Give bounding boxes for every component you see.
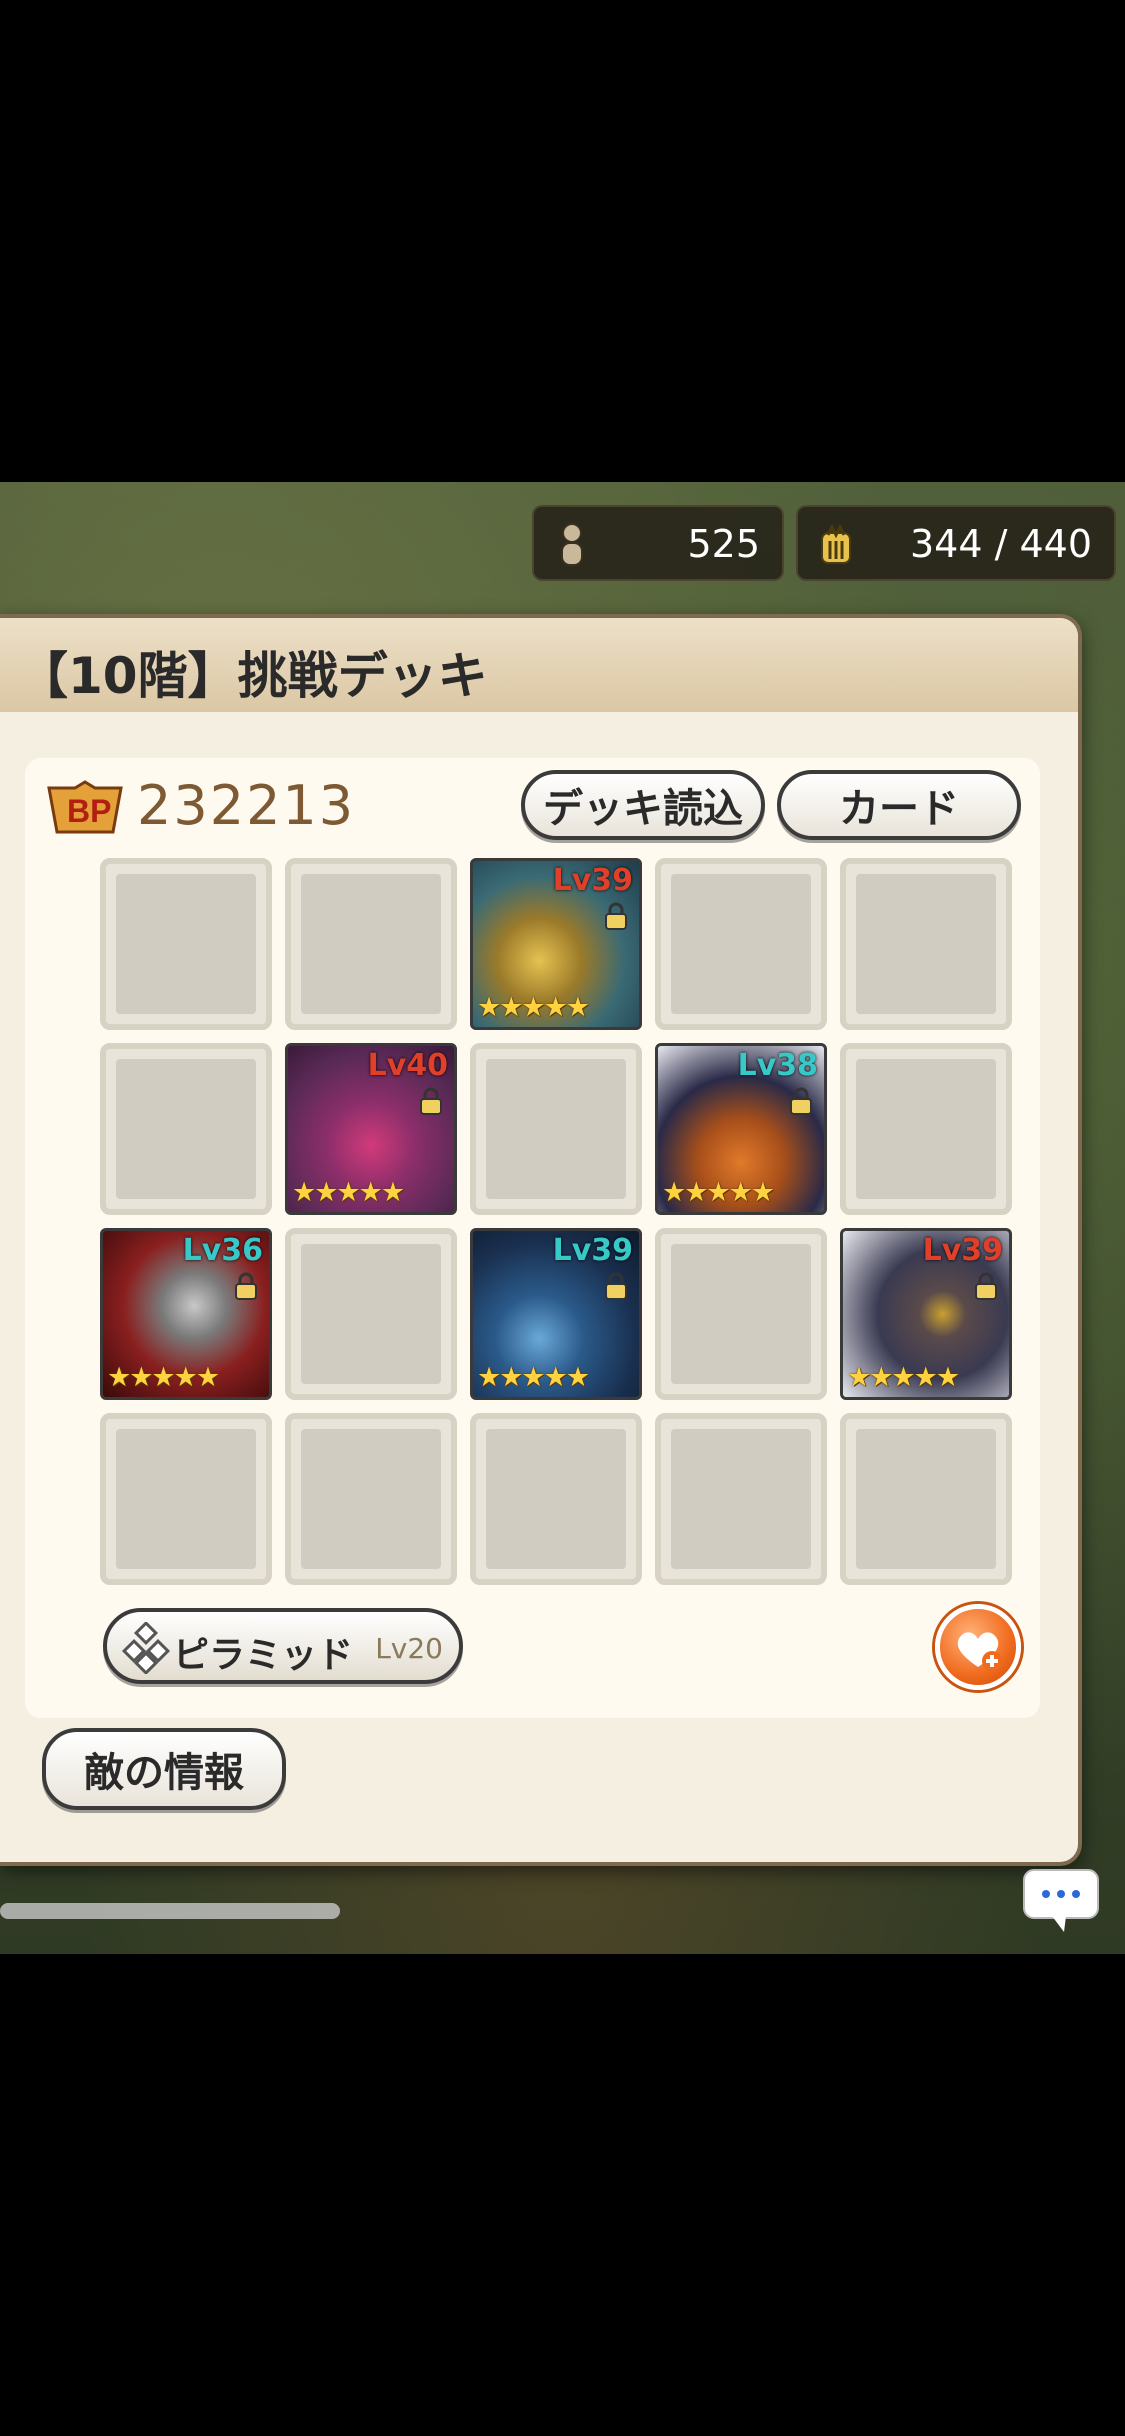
formation-label: ピラミッド (173, 1635, 354, 1676)
card-level: Lv40 (367, 1048, 448, 1083)
formation-button[interactable]: ピラミッド Lv20 (103, 1608, 463, 1684)
deck-slot[interactable] (840, 1413, 1012, 1585)
deck-card-purple-spider-monster[interactable]: Lv40 ★★★★★ (285, 1043, 457, 1215)
deck-slot[interactable] (100, 1043, 272, 1215)
deck-grid: Lv39 ★★★★★ Lv40 ★★★★★ Lv38 ★★★★★ Lv36 ★★… (75, 858, 1015, 1598)
card-stars: ★★★★★ (477, 1362, 590, 1393)
deck-slot[interactable] (100, 858, 272, 1030)
lock-icon (605, 902, 627, 930)
deck-card-pumpkin-monster[interactable]: Lv38 ★★★★★ (655, 1043, 827, 1215)
enemy-info-button[interactable]: 敵の情報 (42, 1728, 286, 1810)
load-deck-label: デッキ読込 (543, 786, 743, 832)
crown-icon (821, 523, 851, 564)
deck-slot[interactable] (840, 1043, 1012, 1215)
deck-card-dark-blue-fish-monster[interactable]: Lv39 ★★★★★ (470, 1228, 642, 1400)
lock-icon (420, 1087, 442, 1115)
card-level: Lv38 (737, 1048, 818, 1083)
lock-icon (790, 1087, 812, 1115)
deck-card-blue-fish-monster[interactable]: Lv39 ★★★★★ (470, 858, 642, 1030)
card-button[interactable]: カード (777, 770, 1021, 840)
card-stars: ★★★★★ (477, 992, 590, 1023)
deck-card-skeleton-reaper[interactable]: Lv36 ★★★★★ (100, 1228, 272, 1400)
card-level: Lv39 (922, 1233, 1003, 1268)
deck-slot[interactable] (655, 1228, 827, 1400)
deck-slot[interactable] (470, 1413, 642, 1585)
card-label: カード (839, 786, 959, 832)
lock-icon (605, 1272, 627, 1300)
stamina-value: 525 (687, 522, 760, 566)
bp-badge-icon: BP (47, 780, 123, 834)
chat-bubble-icon[interactable] (1022, 1868, 1100, 1934)
capacity-counter: 344 / 440 (796, 505, 1116, 581)
stamina-counter: 525 (532, 505, 784, 581)
deck-area: BP 232213 デッキ読込 カード Lv39 ★★★★★ Lv40 ★★★★… (25, 758, 1040, 1718)
heart-plus-button[interactable] (935, 1604, 1021, 1690)
deck-slot[interactable] (100, 1413, 272, 1585)
pyramid-icon (121, 1622, 171, 1674)
deck-slot[interactable] (285, 858, 457, 1030)
heart-plus-icon (957, 1632, 1002, 1671)
panel-title: 【10階】挑戦デッキ (18, 647, 488, 705)
panel-header: 【10階】挑戦デッキ (0, 618, 1078, 712)
card-stars: ★★★★★ (292, 1177, 405, 1208)
formation-level: Lv20 (375, 1632, 443, 1665)
deck-panel: 【10階】挑戦デッキ BP 232213 デッキ読込 カード Lv39 ★★★★… (0, 614, 1082, 1866)
bp-value: 232213 (137, 774, 356, 837)
deck-card-octopus-monster[interactable]: Lv39 ★★★★★ (840, 1228, 1012, 1400)
deck-slot[interactable] (285, 1413, 457, 1585)
scrollbar[interactable] (0, 1903, 340, 1919)
card-stars: ★★★★★ (847, 1362, 960, 1393)
deck-slot[interactable] (655, 858, 827, 1030)
card-level: Lv36 (182, 1233, 263, 1268)
card-level: Lv39 (552, 1233, 633, 1268)
card-level: Lv39 (552, 863, 633, 898)
svg-text:BP: BP (67, 793, 111, 829)
deck-slot[interactable] (285, 1228, 457, 1400)
lock-icon (975, 1272, 997, 1300)
card-stars: ★★★★★ (662, 1177, 775, 1208)
deck-slot[interactable] (840, 858, 1012, 1030)
person-icon (561, 523, 583, 566)
card-stars: ★★★★★ (107, 1362, 220, 1393)
lock-icon (235, 1272, 257, 1300)
enemy-info-label: 敵の情報 (84, 1750, 244, 1796)
deck-slot[interactable] (655, 1413, 827, 1585)
load-deck-button[interactable]: デッキ読込 (521, 770, 765, 840)
capacity-value: 344 / 440 (909, 522, 1092, 566)
deck-slot[interactable] (470, 1043, 642, 1215)
